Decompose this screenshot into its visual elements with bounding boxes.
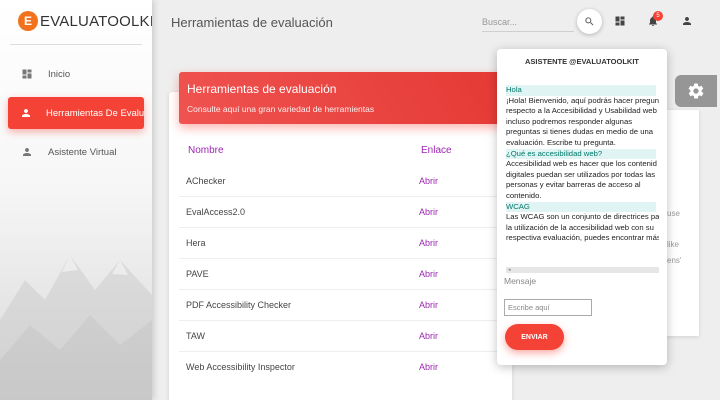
open-link[interactable]: Abrir: [419, 176, 438, 186]
open-link[interactable]: Abrir: [419, 331, 438, 341]
search-button[interactable]: [577, 9, 602, 34]
dashboard-icon: [615, 16, 625, 26]
card-title: Herramientas de evaluación: [187, 82, 337, 96]
bot-message: Las WCAG son un conjunto de directrices …: [506, 212, 659, 222]
column-header-enlace: Enlace: [421, 145, 452, 156]
open-link[interactable]: Abrir: [419, 238, 438, 248]
side-card-text: like: [667, 240, 680, 249]
sidebar-item-herramientas[interactable]: Herramientas De Evaluación: [8, 97, 144, 129]
sidebar-item-label: Inicio: [48, 68, 71, 80]
gear-icon: [688, 83, 704, 99]
table-row: Hera Abrir: [179, 228, 499, 259]
side-card-text: ens': [667, 256, 682, 265]
tool-name: EvalAccess2.0: [186, 207, 246, 217]
sidebar-item-inicio[interactable]: Inicio: [8, 58, 144, 90]
table-row: TAW Abrir: [179, 321, 499, 352]
sidebar-item-asistente[interactable]: Asistente Virtual: [8, 136, 144, 168]
table-row: AChecker Abrir: [179, 166, 499, 197]
open-link[interactable]: Abrir: [419, 207, 438, 217]
bot-message: la utilización de la accesibilidad web c…: [506, 222, 654, 232]
message-label: Mensaje: [504, 276, 537, 286]
assistant-chat-panel: ASISTENTE @EVALUATOOLKIT Hola ¡Hola! Bie…: [497, 49, 667, 365]
user-message: WCAG: [506, 201, 656, 213]
bot-message: respectiva evaluación, puedes encontrar …: [506, 233, 659, 243]
table-row: PDF Accessibility Checker Abrir: [179, 290, 499, 321]
side-card-text: use: [667, 209, 680, 218]
bot-message: digitales puedan ser utilizados por toda…: [506, 169, 656, 179]
user-menu-button[interactable]: [680, 14, 694, 28]
table-row: PAVE Abrir: [179, 259, 499, 290]
bot-message: incluso podremos responder algunas: [506, 116, 633, 126]
mountain-background-image: [0, 255, 152, 400]
bot-message: evaluación. Escribe tu pregunta.: [506, 137, 616, 147]
dashboard-icon: [20, 67, 34, 81]
sidebar-item-label: Herramientas De Evaluación: [46, 107, 144, 119]
side-card: [663, 110, 699, 336]
person-icon: [20, 106, 32, 120]
page-title: Herramientas de evaluación: [171, 15, 333, 30]
tool-name: PAVE: [186, 269, 209, 279]
bot-message: contenido.: [506, 190, 542, 200]
person-icon: [683, 17, 691, 25]
tool-name: PDF Accessibility Checker: [186, 300, 292, 310]
app-logo[interactable]: E EVALUATOOLKIT: [18, 11, 152, 31]
card-subtitle: Consulte aquí una gran variedad de herra…: [187, 104, 375, 114]
bot-message: preguntas si tienes dudas en medio de un…: [506, 127, 654, 137]
chat-horizontal-scrollbar[interactable]: ◂: [506, 267, 659, 273]
open-link[interactable]: Abrir: [419, 300, 438, 310]
send-button[interactable]: ENVIAR: [505, 324, 564, 350]
sidebar-divider: [10, 44, 142, 45]
settings-button[interactable]: [675, 75, 717, 107]
notification-badge: 5: [653, 11, 663, 21]
tools-card-header: Herramientas de evaluación Consulte aquí…: [179, 72, 509, 124]
logo-badge: E: [18, 11, 38, 31]
bot-message: respecto a la Accesibilidad y Usabilidad…: [506, 106, 657, 116]
chat-title: ASISTENTE @EVALUATOOLKIT: [525, 57, 639, 66]
table-row: Web Accessibility Inspector Abrir: [179, 352, 499, 383]
sidebar-item-label: Asistente Virtual: [48, 146, 117, 158]
tool-name: TAW: [186, 331, 205, 341]
bot-message: personas y evitar barreras de acceso al: [506, 180, 641, 190]
tool-name: Web Accessibility Inspector: [186, 362, 295, 372]
bot-message: ¡Hola! Bienvenido, aquí podrás hacer pre…: [506, 95, 659, 105]
search-icon: [585, 17, 594, 26]
chat-log[interactable]: Hola ¡Hola! Bienvenido, aquí podrás hace…: [506, 85, 659, 273]
dashboard-button[interactable]: [613, 14, 627, 28]
user-message: ¿Qué es accesibilidad web?: [506, 148, 656, 160]
logo-text: EVALUATOOLKIT: [40, 12, 152, 30]
sidebar: E EVALUATOOLKIT Inicio Herramientas De E…: [0, 0, 152, 400]
search-input[interactable]: [482, 12, 574, 32]
bot-message: Accesibilidad web es hacer que los conte…: [506, 159, 657, 169]
open-link[interactable]: Abrir: [419, 269, 438, 279]
person-icon: [20, 145, 34, 159]
column-header-nombre: Nombre: [188, 145, 224, 156]
table-row: EvalAccess2.0 Abrir: [179, 197, 499, 228]
tool-name: AChecker: [186, 176, 226, 186]
open-link[interactable]: Abrir: [419, 362, 438, 372]
tool-name: Hera: [186, 238, 206, 248]
message-input[interactable]: [504, 299, 592, 316]
user-message: Hola: [506, 85, 656, 96]
